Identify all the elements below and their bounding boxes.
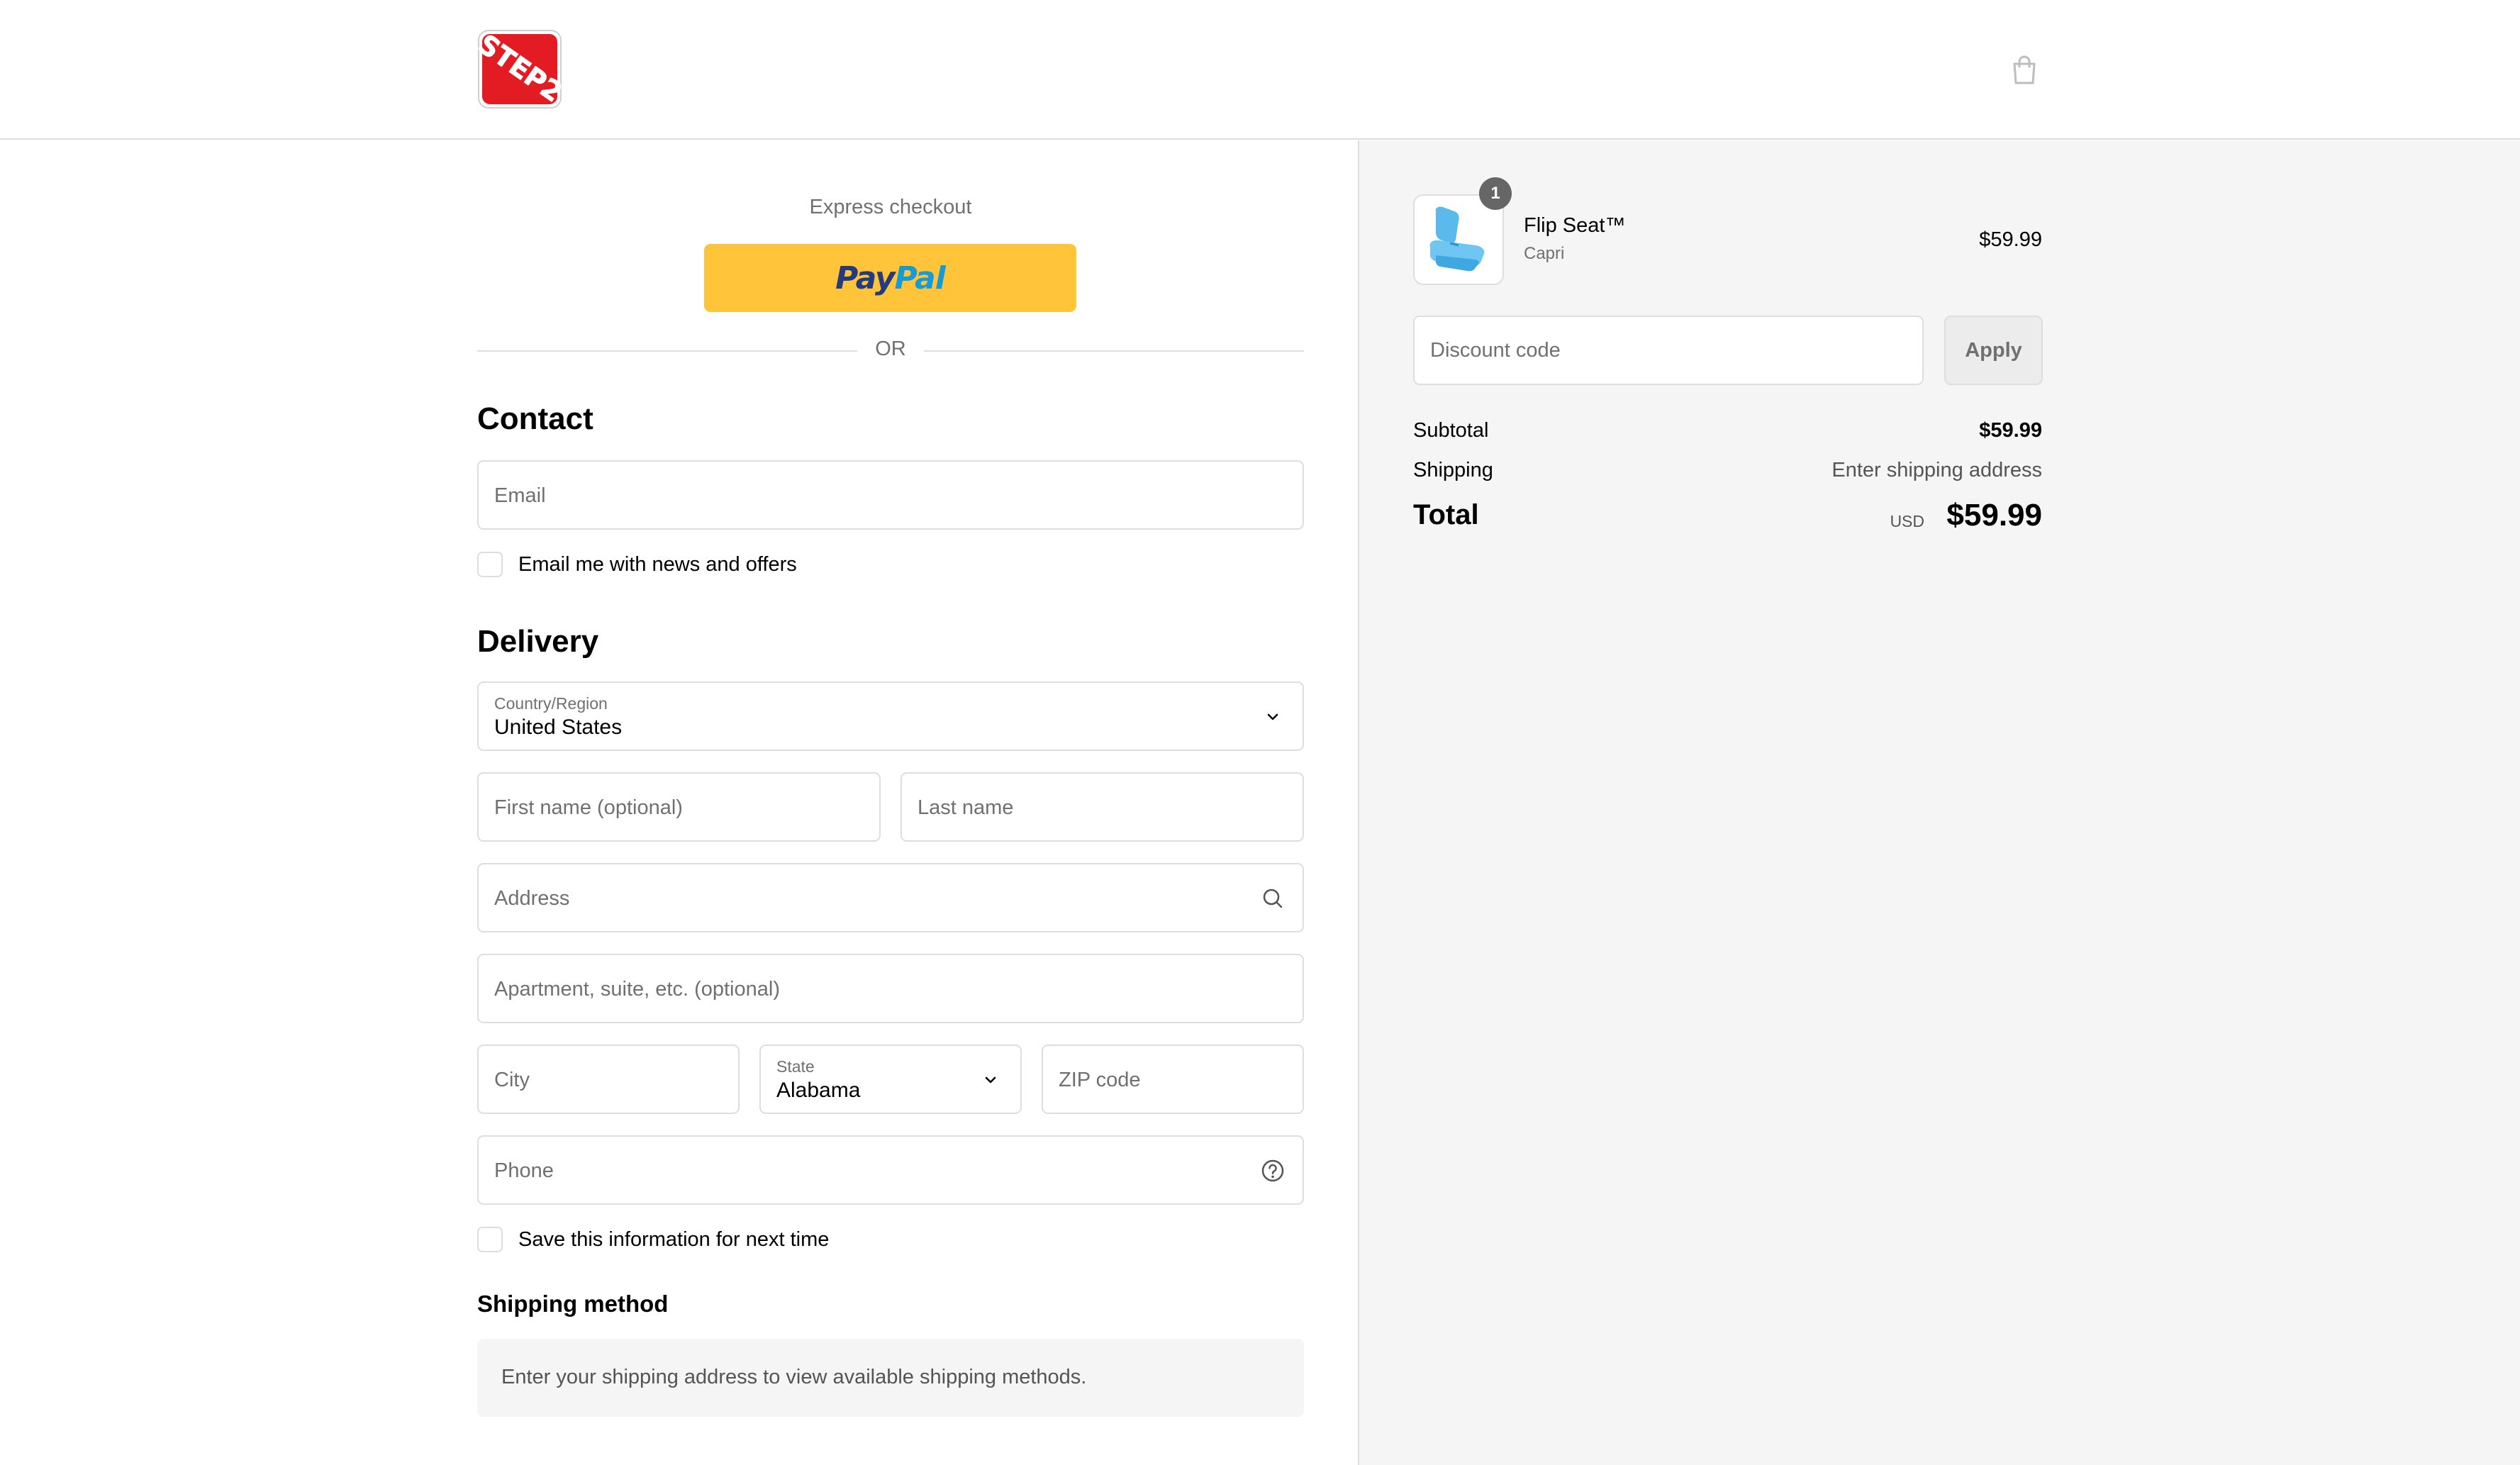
- apartment-placeholder: Apartment, suite, etc. (optional): [494, 978, 780, 1001]
- or-divider: OR: [477, 336, 1304, 364]
- total-value: $59.99: [1946, 498, 2042, 533]
- product-variant: Capri: [1524, 244, 1565, 263]
- total-currency: USD: [1890, 512, 1924, 530]
- first-name-placeholder: First name (optional): [494, 796, 683, 819]
- shipping-value: Enter shipping address: [1832, 459, 2042, 481]
- first-name-field[interactable]: First name (optional): [477, 772, 881, 842]
- email-placeholder: Email: [494, 484, 546, 507]
- address-placeholder: Address: [494, 887, 570, 910]
- state-select[interactable]: State Alabama: [759, 1045, 1022, 1114]
- shopping-bag-icon[interactable]: [2011, 55, 2038, 85]
- phone-placeholder: Phone: [494, 1159, 554, 1182]
- shipping-method-notice: Enter your shipping address to view avai…: [477, 1339, 1304, 1417]
- email-field[interactable]: Email: [477, 460, 1304, 530]
- state-value: Alabama: [776, 1079, 861, 1102]
- header: STEP2: [0, 0, 2520, 140]
- total-label: Total: [1413, 499, 1479, 530]
- subtotal-value: $59.99: [1979, 419, 2042, 442]
- city-field[interactable]: City: [477, 1045, 740, 1114]
- newsletter-checkbox[interactable]: [477, 552, 503, 577]
- product-price: $59.99: [1979, 228, 2042, 251]
- paypal-logo: PayPal: [835, 260, 946, 296]
- shipping-label: Shipping: [1413, 459, 1493, 481]
- shipping-method-text: Enter your shipping address to view avai…: [501, 1366, 1087, 1388]
- chevron-down-icon: [976, 1066, 1005, 1094]
- search-icon[interactable]: [1259, 884, 1287, 913]
- discount-code-field[interactable]: [1413, 316, 1924, 385]
- country-select[interactable]: Country/Region United States: [477, 681, 1304, 751]
- product-name: Flip Seat™: [1524, 214, 1626, 237]
- paypal-button[interactable]: PayPal: [704, 244, 1076, 312]
- help-icon[interactable]: [1259, 1157, 1287, 1185]
- divider-line: [924, 350, 1304, 352]
- shipping-method-heading: Shipping method: [477, 1291, 669, 1317]
- save-info-option[interactable]: Save this information for next time: [477, 1225, 829, 1254]
- or-text: OR: [875, 338, 906, 360]
- phone-field[interactable]: Phone: [477, 1135, 1304, 1205]
- apartment-field[interactable]: Apartment, suite, etc. (optional): [477, 954, 1304, 1023]
- step2-logo-icon: STEP2: [477, 29, 562, 108]
- zip-code-placeholder: ZIP code: [1059, 1069, 1141, 1091]
- save-info-label: Save this information for next time: [518, 1227, 830, 1251]
- country-label: Country/Region: [494, 694, 608, 713]
- quantity-badge: 1: [1479, 177, 1512, 210]
- apply-discount-button[interactable]: Apply: [1944, 316, 2043, 385]
- address-field[interactable]: Address: [477, 863, 1304, 932]
- contact-heading: Contact: [477, 401, 593, 436]
- state-label: State: [776, 1057, 815, 1076]
- newsletter-label: Email me with news and offers: [518, 552, 797, 576]
- city-placeholder: City: [494, 1069, 530, 1091]
- subtotal-label: Subtotal: [1413, 419, 1489, 442]
- last-name-placeholder: Last name: [918, 796, 1014, 819]
- country-value: United States: [494, 715, 623, 739]
- delivery-heading: Delivery: [477, 624, 599, 659]
- step2-logo[interactable]: STEP2: [477, 29, 562, 109]
- chevron-down-icon: [1259, 703, 1287, 731]
- zip-code-field[interactable]: ZIP code: [1042, 1045, 1304, 1114]
- newsletter-option[interactable]: Email me with news and offers: [477, 550, 797, 579]
- last-name-field[interactable]: Last name: [901, 772, 1304, 842]
- express-checkout-title: Express checkout: [809, 196, 972, 218]
- save-info-checkbox[interactable]: [477, 1227, 503, 1252]
- discount-code-input[interactable]: [1415, 317, 1922, 384]
